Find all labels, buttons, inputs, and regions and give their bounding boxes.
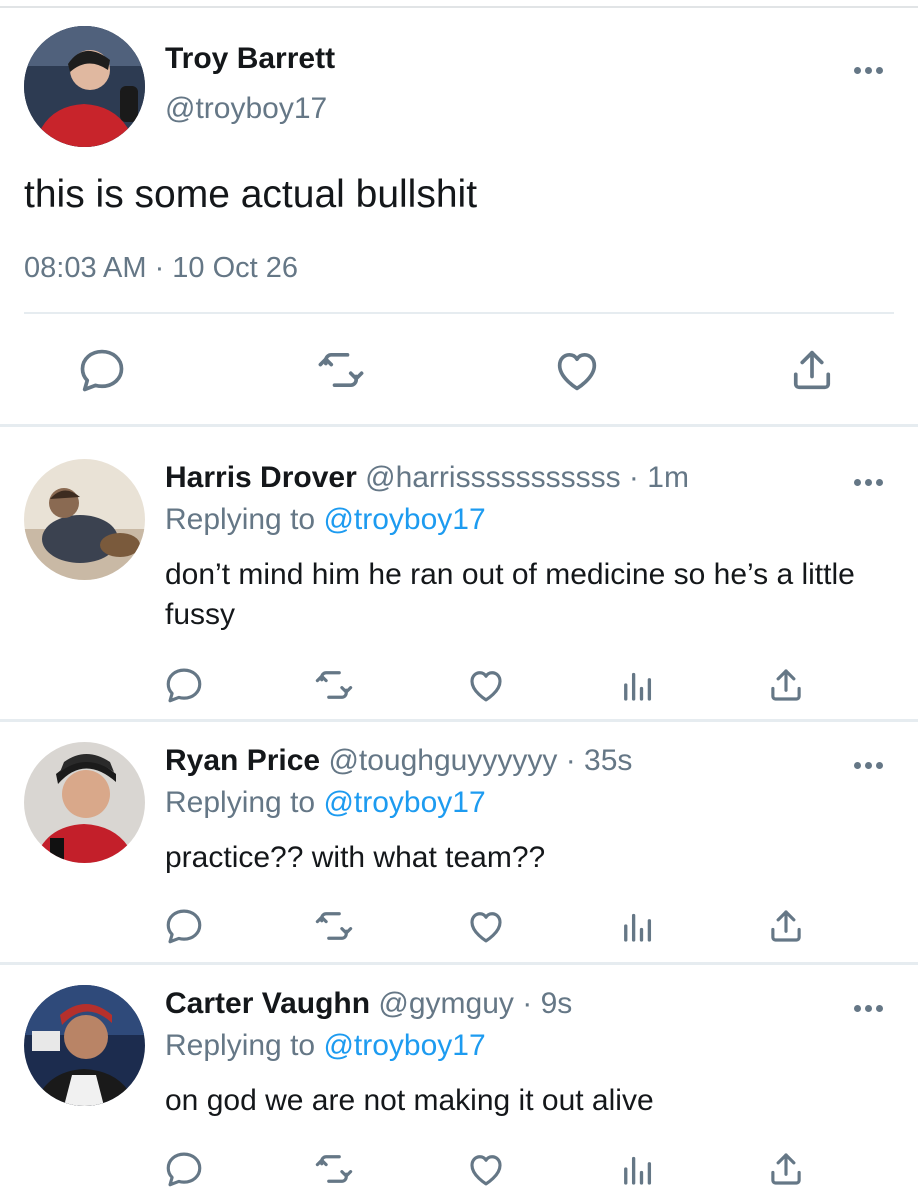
- author-handle[interactable]: @harrisssssssssss: [365, 461, 620, 494]
- reply-tweet[interactable]: Ryan Price @toughguyyyyyy · 35s Replying…: [0, 742, 918, 964]
- tweet-text: this is some actual bullshit: [24, 173, 478, 216]
- retweet-icon[interactable]: [313, 664, 355, 706]
- more-icon[interactable]: [852, 475, 888, 489]
- reply-header: Ryan Price @toughguyyyyyy · 35s: [165, 744, 632, 778]
- author-name[interactable]: Carter Vaughn: [165, 987, 370, 1020]
- reply-icon[interactable]: [163, 664, 205, 706]
- author-name[interactable]: Troy Barrett: [165, 42, 335, 76]
- author-name[interactable]: Ryan Price: [165, 744, 320, 777]
- analytics-icon[interactable]: [617, 905, 659, 947]
- tweet-age[interactable]: 1m: [647, 461, 689, 494]
- avatar[interactable]: [24, 985, 145, 1106]
- like-icon[interactable]: [465, 905, 507, 947]
- reply-header: Carter Vaughn @gymguy · 9s: [165, 987, 572, 1021]
- divider: [0, 719, 918, 722]
- analytics-icon[interactable]: [617, 1148, 659, 1190]
- replying-to: Replying to @troyboy17: [165, 786, 486, 820]
- avatar[interactable]: [24, 26, 145, 147]
- avatar-photo: [24, 985, 145, 1106]
- like-icon[interactable]: [551, 344, 603, 396]
- replying-to: Replying to @troyboy17: [165, 1029, 486, 1063]
- tweet-age[interactable]: 35s: [584, 744, 632, 777]
- separator: ·: [565, 744, 576, 777]
- more-icon[interactable]: [852, 1001, 888, 1015]
- tweet-text: on god we are not making it out alive: [165, 1084, 654, 1117]
- share-icon[interactable]: [765, 1148, 807, 1190]
- like-icon[interactable]: [465, 1148, 507, 1190]
- author-handle[interactable]: @troyboy17: [165, 92, 327, 126]
- share-icon[interactable]: [786, 344, 838, 396]
- separator: ·: [628, 461, 639, 494]
- divider: [0, 424, 918, 427]
- retweet-icon[interactable]: [315, 344, 367, 396]
- replying-to-link[interactable]: @troyboy17: [323, 503, 485, 536]
- replying-prefix: Replying to: [165, 786, 316, 819]
- divider: [24, 312, 894, 314]
- reply-tweet[interactable]: Carter Vaughn @gymguy · 9s Replying to @…: [0, 985, 918, 1200]
- more-icon[interactable]: [852, 758, 888, 772]
- main-tweet: Troy Barrett @troyboy17 this is some act…: [0, 8, 918, 426]
- replying-to-link[interactable]: @troyboy17: [323, 786, 485, 819]
- reply-icon[interactable]: [76, 344, 128, 396]
- reply-icon[interactable]: [163, 1148, 205, 1190]
- reply-tweet[interactable]: Harris Drover @harrisssssssssss · 1m Rep…: [0, 459, 918, 721]
- replying-prefix: Replying to: [165, 1029, 316, 1062]
- retweet-icon[interactable]: [313, 1148, 355, 1190]
- analytics-icon[interactable]: [617, 664, 659, 706]
- author-handle[interactable]: @gymguy: [378, 987, 514, 1020]
- reply-header: Harris Drover @harrisssssssssss · 1m: [165, 461, 689, 495]
- avatar[interactable]: [24, 742, 145, 863]
- tweet-text: practice?? with what team??: [165, 841, 546, 874]
- avatar-photo: [24, 459, 145, 580]
- author-name[interactable]: Harris Drover: [165, 461, 357, 494]
- replying-to-link[interactable]: @troyboy17: [323, 1029, 485, 1062]
- share-icon[interactable]: [765, 664, 807, 706]
- reply-icon[interactable]: [163, 905, 205, 947]
- more-icon[interactable]: [852, 63, 888, 77]
- replying-to: Replying to @troyboy17: [165, 503, 486, 537]
- like-icon[interactable]: [465, 664, 507, 706]
- retweet-icon[interactable]: [313, 905, 355, 947]
- avatar-photo: [24, 742, 145, 863]
- author-handle[interactable]: @toughguyyyyyy: [328, 744, 557, 777]
- divider: [0, 962, 918, 965]
- separator: ·: [522, 987, 533, 1020]
- tweet-text: don’t mind him he ran out of medicine so…: [165, 558, 855, 631]
- avatar-photo: [24, 26, 145, 147]
- replying-prefix: Replying to: [165, 503, 316, 536]
- avatar[interactable]: [24, 459, 145, 580]
- tweet-timestamp[interactable]: 08:03 AM · 10 Oct 26: [24, 252, 298, 285]
- share-icon[interactable]: [765, 905, 807, 947]
- tweet-age[interactable]: 9s: [541, 987, 573, 1020]
